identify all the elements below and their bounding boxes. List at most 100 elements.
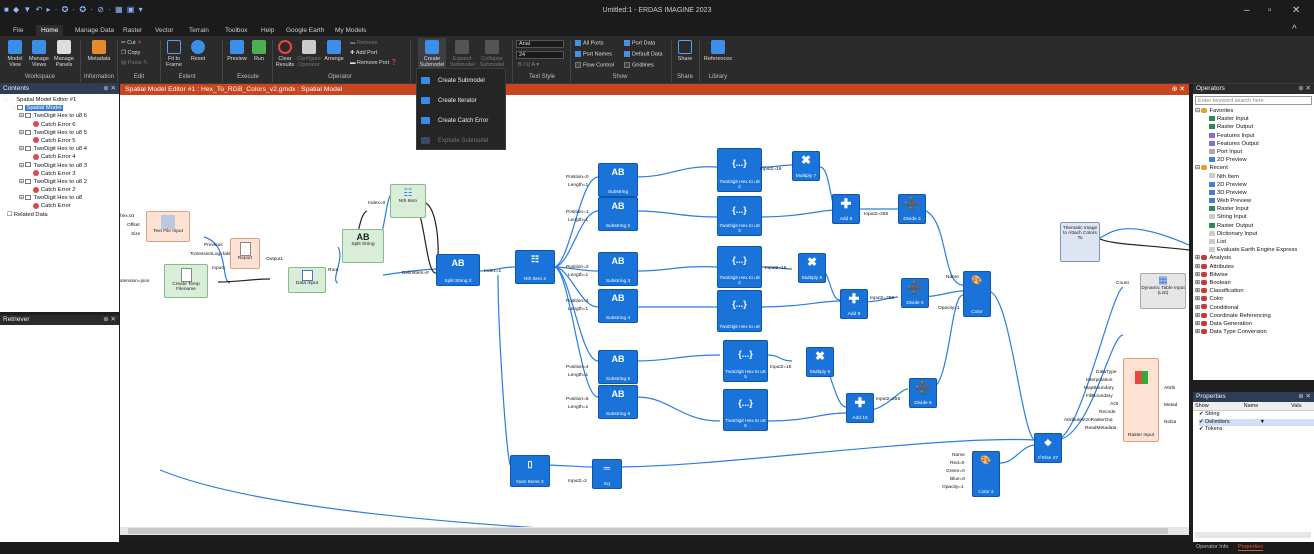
port-output1[interactable]: Output1 (266, 257, 283, 262)
all-ports-checkbox[interactable]: All Ports (575, 40, 603, 46)
panel-close-icon[interactable]: ⊕ ✕ (103, 84, 116, 94)
tree-item[interactable]: ☐ Related Data (3, 211, 119, 219)
category-item[interactable]: ⊞ Color (1195, 295, 1314, 303)
split-string-node[interactable]: AB Split String (342, 229, 384, 263)
category-item[interactable]: ⊞ Analysis (1195, 254, 1314, 262)
tree-item[interactable]: ⊟ Spatial Model (3, 104, 119, 112)
operator-item[interactable]: String Input (1195, 213, 1314, 221)
port-name[interactable]: Name (946, 275, 959, 280)
port-root[interactable]: Root (328, 268, 338, 273)
port-red[interactable]: Red=0 (950, 461, 964, 466)
menu-raster[interactable]: Raster (118, 25, 147, 36)
collapse-submodel-button[interactable]: Collapse Submodel (478, 40, 506, 68)
menu-home[interactable]: Home (36, 25, 64, 36)
menu-help[interactable]: Help (256, 25, 279, 36)
tree-item[interactable]: Catch Error 3 (3, 170, 119, 178)
gridlines-checkbox[interactable]: Gridlines (624, 62, 654, 68)
port-metadata-out[interactable]: Metad (1164, 403, 1177, 408)
port-attribute-out[interactable]: Attrib (1164, 386, 1175, 391)
substring-2-node[interactable]: AB Substring 2 (598, 197, 638, 231)
operator-search-input[interactable]: Enter keyword search here (1195, 96, 1312, 105)
text-file-input-node[interactable]: Text File Input (146, 211, 190, 242)
add-9-node[interactable]: ✚ Add 9 (840, 289, 868, 319)
port-position[interactable]: Position=3 (566, 299, 589, 304)
port-length[interactable]: Length=1 (568, 183, 588, 188)
configure-operator-button[interactable]: Configure Operator (297, 40, 321, 68)
metadata-button[interactable]: Metadata (84, 40, 114, 62)
port-names-checkbox[interactable]: Port Names (575, 51, 612, 57)
port-green[interactable]: Green=0 (946, 469, 965, 474)
fit-to-frame-button[interactable]: Fit to Frame (163, 40, 185, 68)
flow-control-checkbox[interactable]: Flow Control (575, 62, 614, 68)
port-index1[interactable]: Index=1 (484, 269, 501, 274)
menu-toolbox[interactable]: Toolbox (220, 25, 252, 36)
panel-close-icon[interactable]: ⊕ ✕ (1298, 84, 1311, 94)
tree-item[interactable]: Catch Error (3, 202, 119, 210)
data-input-node[interactable]: Data Input (288, 267, 326, 293)
multiply-9-node[interactable]: ✖ Multiply 9 (806, 347, 834, 377)
divide-5-node[interactable]: ➗ Divide 5 (901, 278, 929, 308)
num-items-3-node[interactable]: ▯ Num Items 3 (510, 455, 550, 487)
operator-item[interactable]: 2D Preview (1195, 156, 1314, 164)
add-port-button[interactable]: ✚ Add Port (350, 50, 377, 56)
close-icon[interactable]: ✕ (1292, 5, 1300, 16)
port-opacity[interactable]: Opacity=1 (938, 306, 960, 311)
thematic-image-node[interactable]: Thematic Image to Attach Colors To (1060, 222, 1100, 262)
eq-node[interactable]: ═ Eq (592, 459, 622, 489)
operator-item[interactable]: Raster Input (1195, 115, 1314, 123)
tree-item[interactable]: Catch Error 5 (3, 137, 119, 145)
port-position[interactable]: Position=2 (566, 265, 589, 270)
category-recent[interactable]: ⊟ Recent (1195, 164, 1314, 172)
property-row[interactable]: ✔ String (1199, 411, 1314, 419)
divide-6-node[interactable]: ➗ Divide 6 (909, 378, 937, 408)
category-item[interactable]: ⊞ Data Generation (1195, 320, 1314, 328)
port-attributes[interactable]: AttributesOnRasterOut (1064, 418, 1113, 423)
port-input2[interactable]: Input2=255 (876, 397, 900, 402)
port-input2[interactable]: Input2=16 (765, 266, 786, 271)
menu-manage-data[interactable]: Manage Data (70, 25, 119, 36)
tab-properties[interactable]: Properties (1238, 544, 1264, 551)
hex-to-u8-6-node[interactable]: {...} TwoDigit Hex to u8 6 (723, 389, 768, 431)
menu-create-iterator[interactable]: Create Iterator (421, 97, 477, 104)
tree-item[interactable]: Catch Error 4 (3, 153, 119, 161)
port-size[interactable]: Size (131, 232, 140, 237)
tree-item[interactable]: ⊟ TwoDigit Hex to u8 3 (3, 162, 119, 170)
operator-item[interactable]: Features Output (1195, 140, 1314, 148)
tree-item[interactable]: ⊟ ☑ Spatial Model Editor #1 (3, 96, 119, 104)
port-recode[interactable]: Recode (1099, 410, 1116, 415)
tree-item[interactable]: ⊟ TwoDigit Hex to u8 6 (3, 112, 119, 120)
substring-6-node[interactable]: AB Substring 6 (598, 385, 638, 419)
menu-create-catch-error[interactable]: Create Catch Error (421, 117, 488, 124)
operator-item[interactable]: Raster Output (1195, 222, 1314, 230)
ribbon-collapse-icon[interactable]: ^ (1292, 24, 1297, 35)
port-opacity[interactable]: Opacity=1 (942, 485, 964, 490)
clear-results-button[interactable]: Clear Results (275, 40, 295, 68)
tree-item[interactable]: ⊟ TwoDigit Hex to u8 2 (3, 178, 119, 186)
preview-button[interactable]: Preview (226, 40, 248, 62)
category-item[interactable]: ⊞ Data Type Conversion (1195, 328, 1314, 336)
default-data-checkbox[interactable]: Default Data (624, 51, 663, 57)
tree-item[interactable]: ⊟ TwoDigit Hex to u8 (3, 194, 119, 202)
port-length[interactable]: Length=1 (568, 307, 588, 312)
tree-item[interactable]: Catch Error 6 (3, 121, 119, 129)
nth-item-node[interactable]: ☷ Nth Item (390, 184, 426, 218)
property-row[interactable]: ✔ Tokens (1199, 426, 1314, 434)
remove-port-button[interactable]: ▬ Remove Port ❓ (350, 60, 398, 66)
operator-item[interactable]: 2D Preview (1195, 181, 1314, 189)
port-to-session[interactable]: ToSessionLog=false (190, 252, 233, 257)
cut-button[interactable]: ✂ Cut ✕ (121, 40, 142, 46)
port-delimiters[interactable]: Delimiters=# (402, 271, 429, 276)
hex-to-u8-2-node[interactable]: {...} TwoDigit Hex to u8 2 (717, 148, 762, 192)
if-else-47-node[interactable]: ◆ If Else 47 (1034, 433, 1062, 463)
tree-item[interactable]: ⊟ TwoDigit Hex to u8 4 (3, 145, 119, 153)
model-canvas[interactable]: hex.txt Offset Size Text File Input xten… (120, 95, 1189, 535)
menu-create-submodel[interactable]: Create Submodel (421, 77, 485, 84)
port-position[interactable]: Position=1 (566, 210, 589, 215)
port-data-checkbox[interactable]: Port Data (624, 40, 655, 46)
multiply-7-node[interactable]: ✖ Multiply 7 (792, 151, 820, 181)
port-input1[interactable]: Input1 (212, 266, 225, 271)
paste-button[interactable]: ▤ Paste ↻ (121, 60, 148, 66)
category-item[interactable]: ⊞ Boolean (1195, 279, 1314, 287)
hex-to-u8-5-node[interactable]: {...} TwoDigit Hex to u8 5 (723, 340, 768, 382)
port-length[interactable]: Length=1 (568, 218, 588, 223)
